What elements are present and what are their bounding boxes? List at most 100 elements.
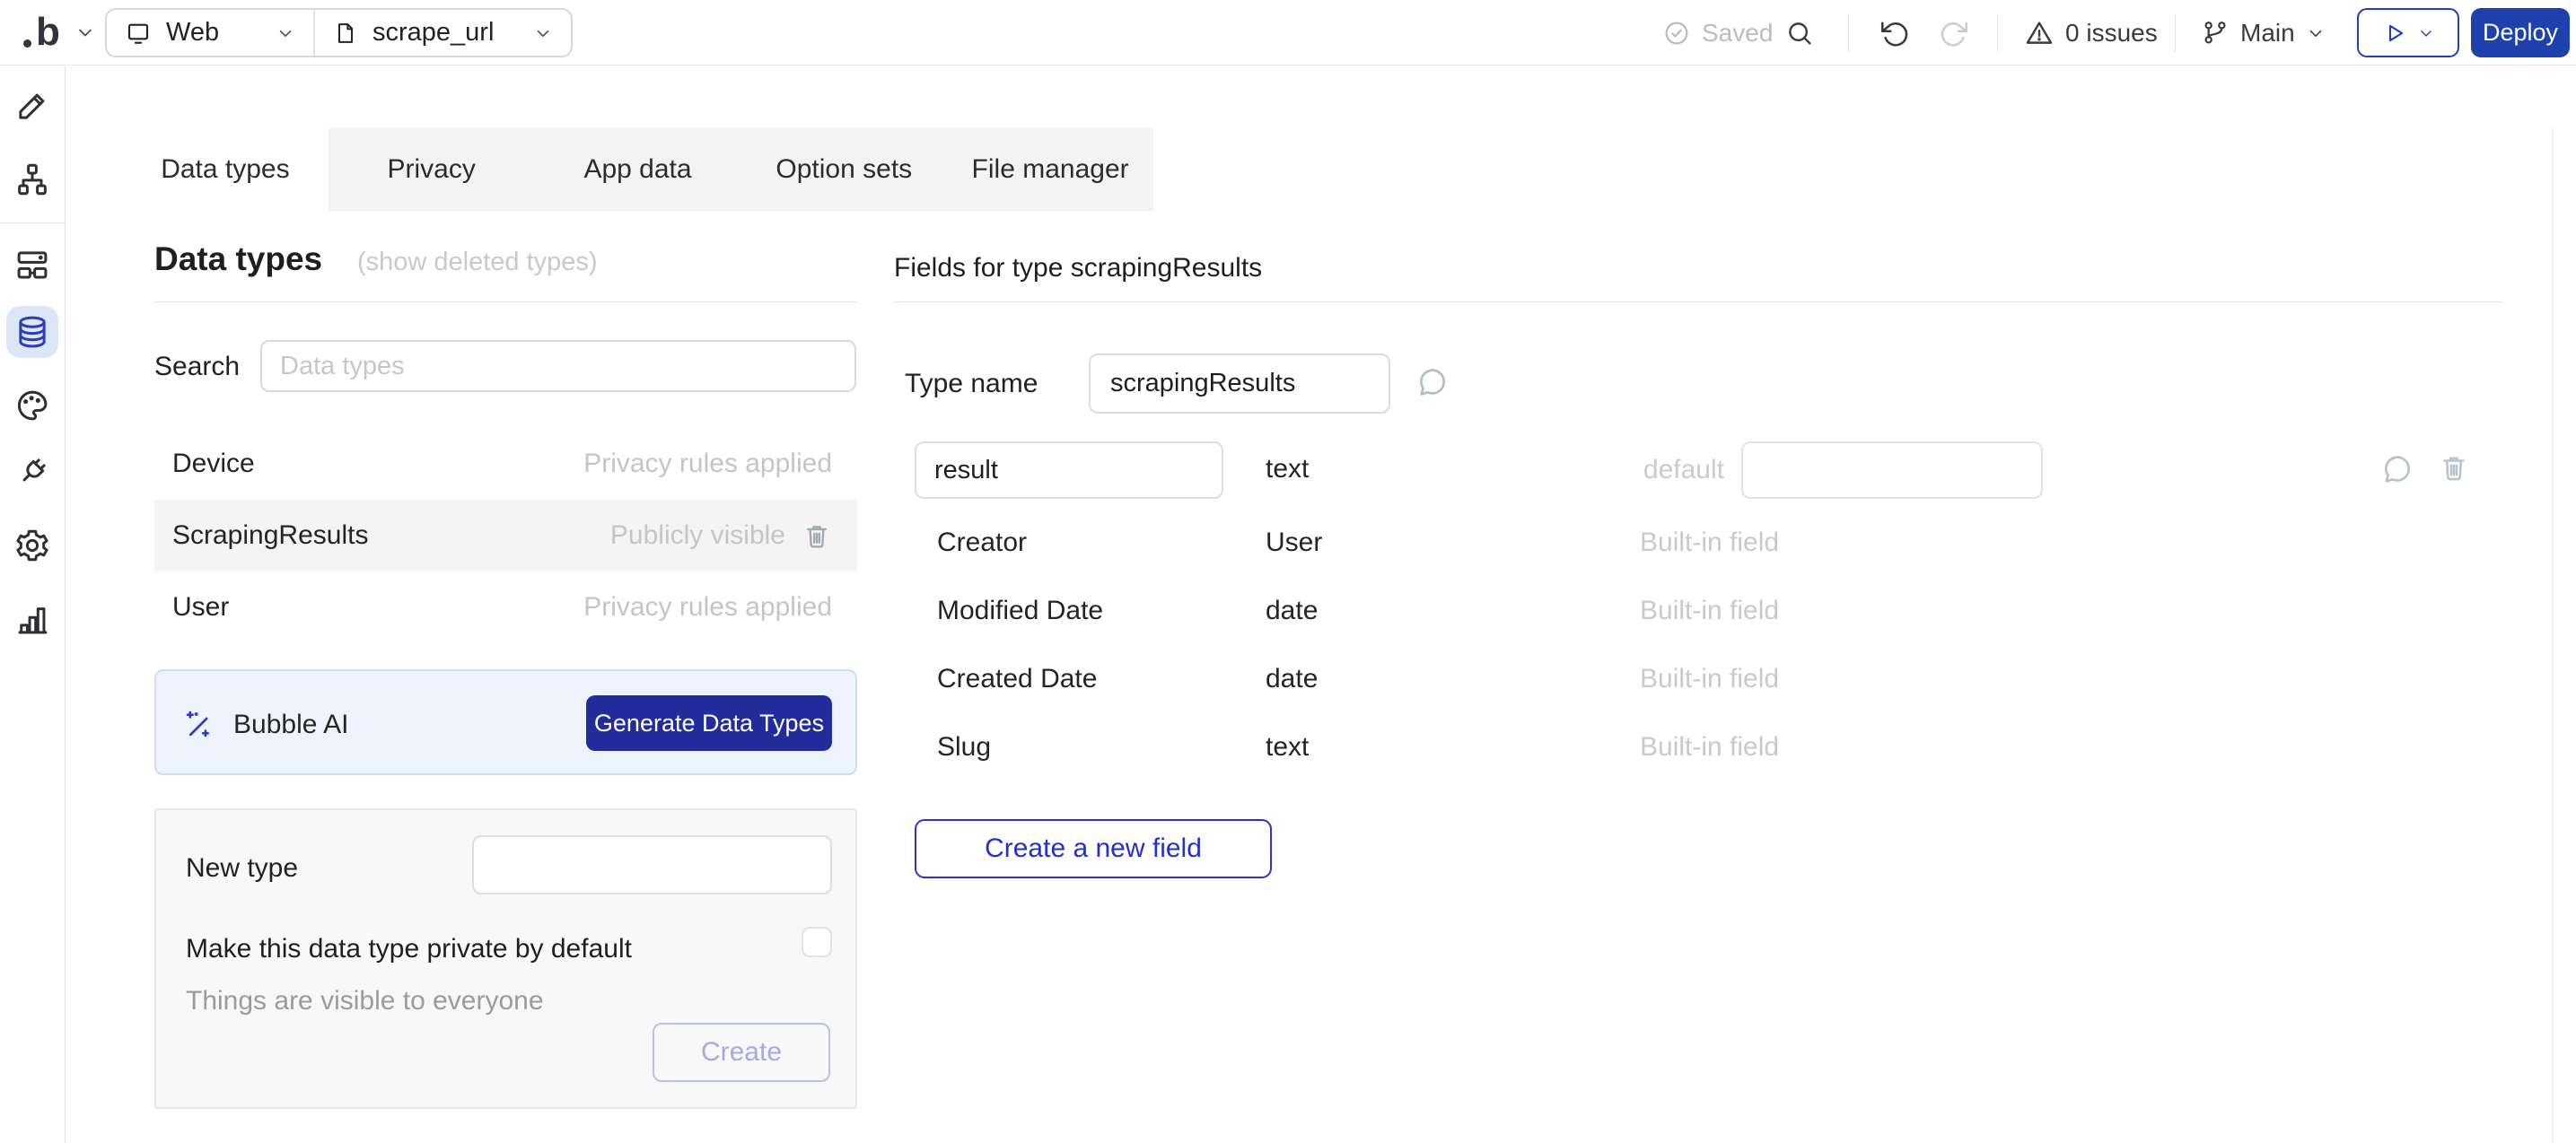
chevron-down-icon — [533, 23, 553, 43]
new-type-input[interactable] — [472, 835, 832, 894]
field-default-label: default — [1558, 455, 1724, 485]
monitor-icon — [125, 20, 152, 47]
toolbar-divider — [1848, 14, 1849, 52]
tab-file-manager[interactable]: File manager — [947, 128, 1153, 211]
field-name: Created Date — [937, 664, 1097, 694]
data-type-name: User — [172, 592, 583, 623]
sidebar-item-logs[interactable] — [6, 593, 58, 645]
new-type-card: New type Make this data type private by … — [154, 808, 857, 1109]
sidebar-item-design[interactable] — [6, 80, 58, 132]
branch-selector[interactable]: Main — [2201, 0, 2326, 65]
data-types-heading: Data types — [154, 240, 322, 278]
field-type: User — [1266, 528, 1322, 558]
chevron-down-icon — [276, 23, 295, 43]
built-in-field-note: Built-in field — [1640, 528, 1779, 558]
tab-app-data[interactable]: App data — [535, 128, 741, 211]
type-name-input[interactable] — [1089, 353, 1390, 414]
gear-icon — [13, 527, 51, 564]
bar-chart-icon — [13, 600, 51, 638]
bubble-ai-card: Bubble AI Generate Data Types — [154, 669, 857, 775]
fields-panel-title: Fields for type scrapingResults — [894, 253, 1262, 284]
new-type-label: New type — [186, 853, 298, 884]
comment-bubble-icon[interactable] — [1415, 366, 1450, 400]
sidebar-item-plugins[interactable] — [6, 446, 58, 498]
data-type-row-user[interactable]: User Privacy rules applied — [154, 572, 857, 643]
trash-icon — [802, 520, 832, 551]
redo-button[interactable] — [1939, 0, 1971, 65]
undo-icon — [1878, 17, 1910, 49]
preview-button[interactable] — [2357, 8, 2459, 57]
page-icon — [333, 21, 358, 46]
create-new-field-button[interactable]: Create a new field — [915, 819, 1272, 878]
comment-bubble-icon[interactable] — [2380, 453, 2414, 487]
type-name-label: Type name — [905, 369, 1038, 399]
visibility-hint: Things are visible to everyone — [186, 986, 544, 1016]
fields-panel-divider — [894, 301, 2502, 302]
generate-data-types-button[interactable]: Generate Data Types — [586, 695, 832, 751]
platform-selector[interactable]: Web — [107, 10, 315, 56]
play-icon — [2381, 20, 2408, 47]
palette-icon — [13, 387, 51, 424]
sidebar-item-components[interactable] — [6, 239, 58, 291]
sidebar-divider — [0, 222, 65, 223]
field-type: text — [1266, 732, 1309, 763]
data-type-name: ScrapingResults — [172, 520, 610, 551]
tab-option-sets[interactable]: Option sets — [740, 128, 947, 211]
data-type-name: Device — [172, 449, 583, 479]
data-type-row-scrapingresults[interactable]: ScrapingResults Publicly visible — [154, 500, 857, 572]
private-by-default-label: Make this data type private by default — [186, 934, 632, 964]
sidebar-item-settings[interactable] — [6, 519, 58, 572]
field-type-label: text — [1266, 454, 1309, 484]
sidebar-item-data[interactable] — [6, 306, 58, 358]
tab-data-types[interactable]: Data types — [122, 128, 329, 211]
toolbar-divider — [2175, 14, 2176, 52]
tab-privacy[interactable]: Privacy — [329, 128, 535, 211]
heading-divider — [154, 301, 857, 302]
bubble-logo-menu[interactable]: b — [23, 11, 96, 54]
check-circle-icon — [1662, 19, 1691, 48]
field-default-input[interactable] — [1741, 441, 2043, 499]
field-name-input[interactable] — [915, 441, 1223, 499]
undo-button[interactable] — [1878, 0, 1910, 65]
bubble-logo: b — [23, 11, 60, 54]
delete-field-button[interactable] — [2438, 451, 2470, 484]
sidebar-item-workflows[interactable] — [6, 153, 58, 205]
search-icon — [1784, 18, 1815, 48]
pencil-icon — [13, 87, 51, 125]
search-input[interactable] — [260, 340, 856, 392]
save-status: Saved — [1662, 0, 1773, 65]
warning-triangle-icon — [2024, 18, 2055, 48]
save-status-label: Saved — [1702, 19, 1773, 48]
data-tabs: Data types Privacy App data Option sets … — [122, 128, 1153, 211]
sidebar-item-styles[interactable] — [6, 380, 58, 432]
data-type-status: Publicly visible — [610, 520, 785, 551]
search-label: Search — [154, 352, 240, 382]
data-type-status: Privacy rules applied — [583, 449, 832, 479]
field-type: date — [1266, 596, 1318, 626]
chevron-down-icon — [2417, 24, 2435, 42]
git-branch-icon — [2201, 19, 2230, 48]
built-in-field-note: Built-in field — [1640, 664, 1779, 694]
delete-type-button[interactable] — [802, 520, 832, 551]
deploy-button[interactable]: Deploy — [2471, 8, 2570, 57]
toolbar-divider — [1997, 14, 1998, 52]
sitemap-icon — [13, 161, 51, 198]
issues-indicator[interactable]: 0 issues — [2024, 0, 2158, 65]
field-name: Slug — [937, 732, 991, 763]
branch-label: Main — [2240, 19, 2295, 48]
search-button[interactable] — [1784, 0, 1815, 65]
page-selector[interactable]: scrape_url — [315, 10, 571, 56]
private-by-default-checkbox[interactable] — [802, 927, 832, 957]
create-type-button[interactable]: Create — [653, 1023, 830, 1082]
trash-icon — [2438, 451, 2470, 484]
bubble-ai-label: Bubble AI — [233, 710, 348, 740]
magic-wand-icon — [181, 707, 215, 741]
chevron-down-icon — [74, 22, 96, 43]
data-type-row-device[interactable]: Device Privacy rules applied — [154, 428, 857, 500]
editor-sidebar — [0, 66, 66, 1143]
top-toolbar: b Web scrape_url — [0, 0, 2576, 65]
built-in-field-note: Built-in field — [1640, 596, 1779, 626]
platform-label: Web — [166, 18, 219, 48]
page-label: scrape_url — [372, 18, 494, 48]
show-deleted-types-link[interactable]: (show deleted types) — [357, 248, 598, 277]
